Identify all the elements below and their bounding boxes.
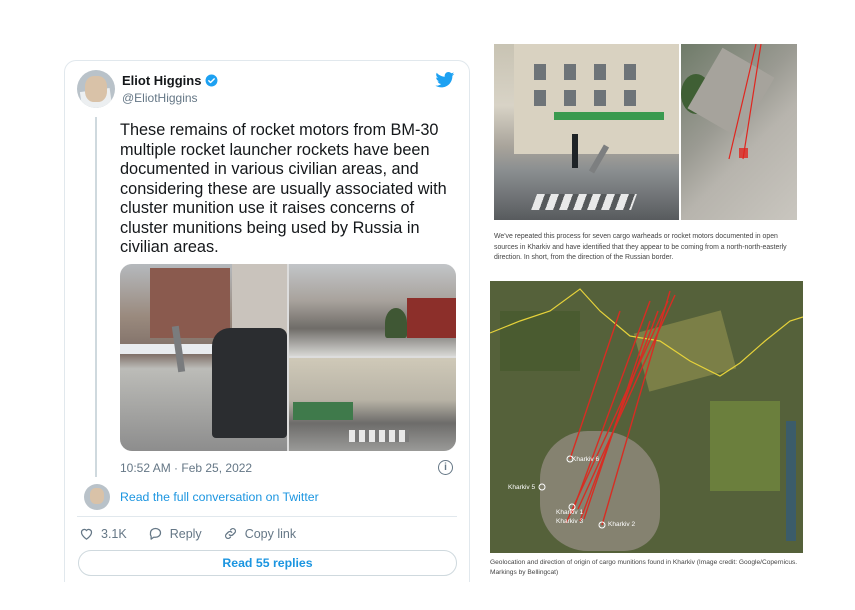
- author-name-row[interactable]: Eliot Higgins: [122, 73, 218, 88]
- screenshot-canvas: Eliot Higgins @EliotHiggins These remain…: [0, 0, 855, 610]
- reply-button[interactable]: Reply: [148, 526, 202, 541]
- map-label-kharkiv-6: Kharkiv 6: [572, 456, 600, 463]
- heart-icon: [80, 528, 93, 540]
- conversation-avatar: [84, 484, 110, 510]
- media-photo-street-trees[interactable]: [289, 264, 456, 356]
- twitter-bird-icon[interactable]: [435, 72, 455, 88]
- copy-link-label: Copy link: [244, 526, 297, 541]
- author-avatar[interactable]: [77, 70, 115, 108]
- tweet-text: These remains of rocket motors from BM-3…: [120, 121, 447, 256]
- author-handle[interactable]: @EliotHiggins: [122, 91, 198, 105]
- tweet-actions: 3.1K Reply Copy link: [79, 526, 317, 541]
- satellite-photo: [681, 44, 797, 220]
- divider: [77, 516, 457, 517]
- read-replies-button[interactable]: Read 55 replies: [78, 550, 457, 576]
- map-label-kharkiv-1: Kharkiv 1: [556, 509, 584, 516]
- thread-line: [95, 117, 97, 477]
- copy-link-button[interactable]: Copy link: [223, 526, 296, 541]
- reply-icon: [149, 527, 161, 540]
- street-photo: [494, 44, 679, 220]
- media-photo-crosswalk[interactable]: [289, 358, 456, 451]
- verified-badge-icon: [205, 74, 218, 87]
- kharkiv-satellite-map: Kharkiv 6 Kharkiv 5 Kharkiv 1 Kharkiv 3 …: [490, 281, 803, 553]
- like-count: 3.1K: [101, 526, 127, 541]
- map-overlay: [490, 288, 803, 529]
- link-icon: [224, 528, 236, 539]
- info-icon[interactable]: i: [438, 460, 453, 475]
- tweet-timestamp[interactable]: 10:52 AM · Feb 25, 2022: [120, 461, 252, 475]
- article-caption-bottom: Geolocation and direction of origin of c…: [490, 559, 798, 576]
- like-button[interactable]: 3.1K: [79, 526, 127, 541]
- reply-label: Reply: [169, 526, 202, 541]
- media-photo-car-rocket[interactable]: [120, 264, 287, 451]
- tweet-media-grid[interactable]: [120, 264, 456, 451]
- trajectory-lines: [728, 44, 762, 160]
- author-name[interactable]: Eliot Higgins: [122, 73, 201, 88]
- direction-lines: [565, 290, 676, 526]
- embedded-tweet: Eliot Higgins @EliotHiggins These remain…: [64, 60, 470, 582]
- map-label-kharkiv-2: Kharkiv 2: [608, 521, 636, 528]
- article-caption-top: We've repeated this process for seven ca…: [494, 233, 787, 261]
- map-label-kharkiv-3: Kharkiv 3: [556, 518, 584, 525]
- read-conversation-link[interactable]: Read the full conversation on Twitter: [120, 490, 319, 504]
- map-label-kharkiv-5: Kharkiv 5: [508, 484, 536, 491]
